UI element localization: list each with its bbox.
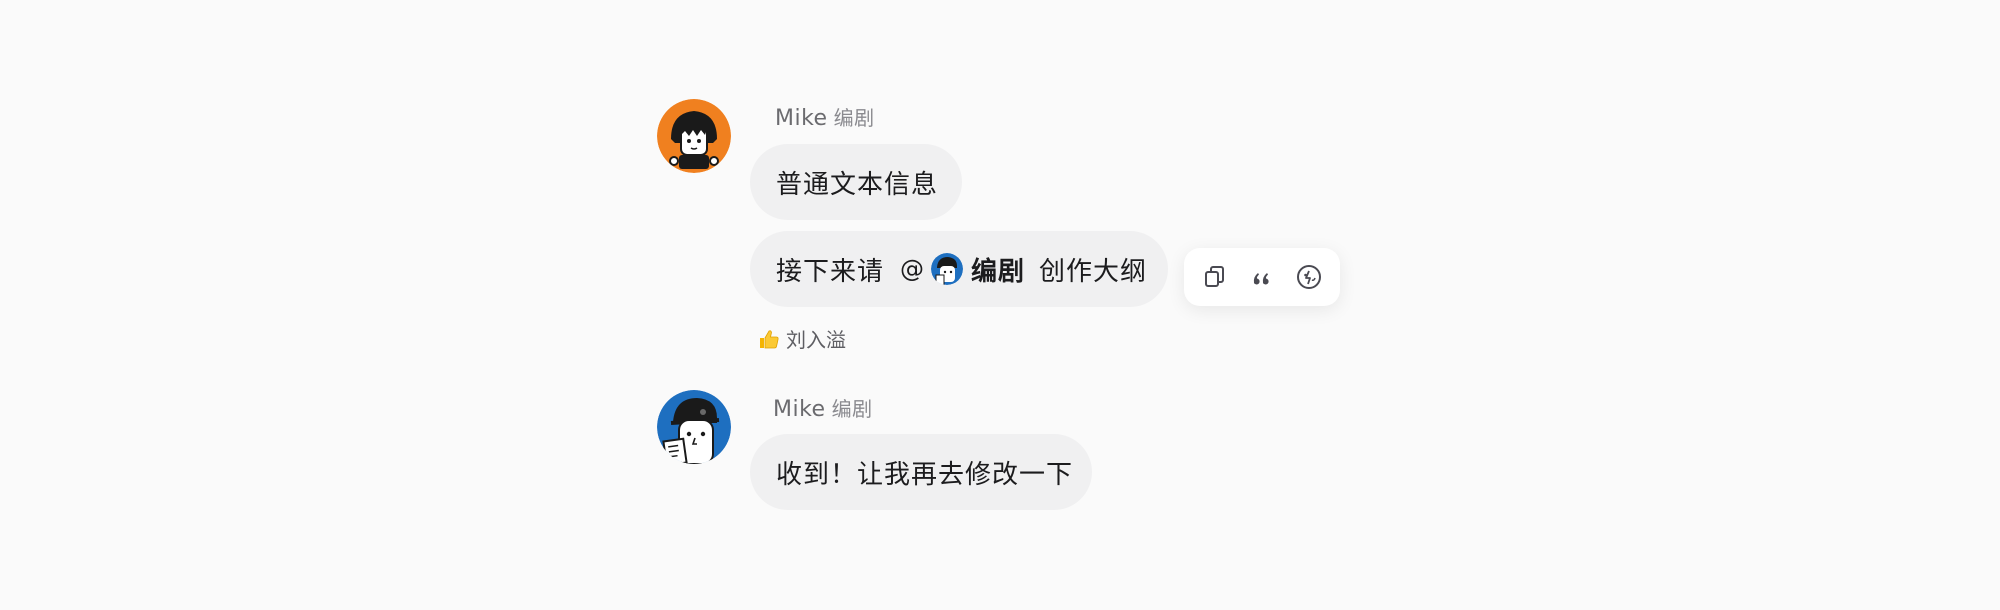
message-bubble[interactable]: 收到！让我再去修改一下 <box>750 434 1092 510</box>
quote-icon[interactable] <box>1246 261 1278 293</box>
sender-role: 编剧 <box>831 397 873 421</box>
reaction-summary[interactable]: 刘入溢 <box>758 324 846 353</box>
mention-chip[interactable]: @ 编剧 <box>900 251 1025 288</box>
reaction-user: 刘入溢 <box>786 328 846 352</box>
emoji-reaction-icon[interactable] <box>1293 261 1325 293</box>
sender-role: 编剧 <box>833 106 875 130</box>
message-bubble-mention[interactable]: 接下来请 @ 编剧 创作大纲 <box>750 231 1168 307</box>
message-text: 收到！让我再去修改一下 <box>776 459 1074 490</box>
message-bubble[interactable]: 普通文本信息 <box>750 144 962 220</box>
at-symbol: @ <box>900 255 926 283</box>
message-text-prefix: 接下来请 <box>776 256 885 287</box>
mention-avatar <box>931 253 964 285</box>
avatar-mike-blue[interactable] <box>657 390 731 464</box>
message-action-toolbar <box>1184 248 1340 306</box>
avatar-mike-orange[interactable] <box>657 99 731 173</box>
sender-name: Mike 编剧 <box>775 102 875 131</box>
sender-name-text: Mike <box>773 397 826 422</box>
mention-name: 编剧 <box>971 256 1026 287</box>
thumbs-up-icon <box>760 329 779 348</box>
message-text: 普通文本信息 <box>776 169 939 200</box>
copy-icon[interactable] <box>1199 261 1231 293</box>
message-text-suffix: 创作大纲 <box>1039 256 1148 287</box>
sender-name-text: Mike <box>775 106 828 131</box>
sender-name: Mike 编剧 <box>773 393 873 422</box>
